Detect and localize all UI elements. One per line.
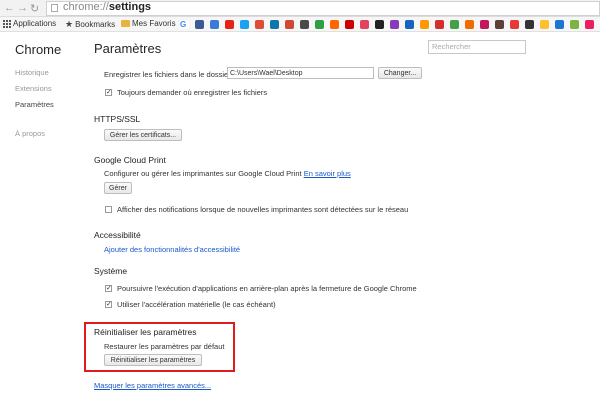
bookmark-icon-9[interactable] [300, 20, 309, 29]
hw-accel-label: Utiliser l'accélération matérielle (le c… [117, 300, 276, 309]
facebook-icon[interactable] [195, 20, 204, 29]
bookmarks-bar: Applications ★ Bookmarks Mes Favoris G [0, 17, 600, 32]
bookmark-icon-20[interactable] [465, 20, 474, 29]
add-accessibility-link[interactable]: Ajouter des fonctionnalités d'accessibil… [104, 245, 240, 254]
ask-download-checkbox[interactable]: ✓ [105, 89, 112, 96]
hide-advanced-link[interactable]: Masquer les paramètres avancés... [94, 381, 211, 390]
hw-accel-checkbox[interactable]: ✓ [105, 301, 112, 308]
url-field[interactable]: chrome://settings [46, 1, 600, 16]
reset-section-title: Réinitialiser les paramètres [94, 327, 197, 337]
cloud-print-manage-button[interactable]: Gérer [104, 182, 132, 194]
bookmark-icon-28[interactable] [585, 20, 594, 29]
twitter-icon[interactable] [240, 20, 249, 29]
apps-label: Applications [13, 19, 57, 28]
bookmark-icon-24[interactable] [525, 20, 534, 29]
sidebar-item-extensions[interactable]: Extensions [15, 84, 52, 93]
sidebar-item-historique[interactable]: Historique [15, 68, 49, 77]
ask-download-label: Toujours demander où enregistrer les fic… [117, 88, 268, 97]
learn-more-link[interactable]: En savoir plus [304, 169, 351, 178]
bookmark-icon-22[interactable] [495, 20, 504, 29]
bookmark-icon-23[interactable] [510, 20, 519, 29]
bookmark-icon-3[interactable] [210, 20, 219, 29]
url-scheme: chrome:// [63, 1, 109, 13]
reload-icon[interactable]: ↻ [30, 2, 39, 15]
page-icon [51, 4, 58, 12]
url-host: settings [108, 1, 152, 13]
accessibility-section-title: Accessibilité [94, 230, 141, 240]
sidebar-brand: Chrome [15, 42, 62, 57]
apps-shortcut[interactable]: Applications [3, 19, 56, 28]
reset-desc: Restaurer les paramètres par défaut [104, 342, 225, 351]
bookmark-icon-19[interactable] [450, 20, 459, 29]
background-apps-label: Poursuivre l'exécution d'applications en… [117, 284, 417, 293]
favoris-label: Mes Favoris [132, 19, 176, 28]
bookmark-icon-15[interactable] [390, 20, 399, 29]
bookmark-icon-12[interactable] [345, 20, 354, 29]
sidebar-item-a-propos[interactable]: À propos [15, 129, 45, 138]
bookmark-icon-25[interactable] [540, 20, 549, 29]
google-icon[interactable]: G [180, 20, 189, 29]
bookmark-icon-21[interactable] [480, 20, 489, 29]
bookmark-icon-13[interactable] [360, 20, 369, 29]
mes-favoris-folder[interactable]: Mes Favoris [121, 19, 176, 28]
back-icon[interactable]: ← [4, 2, 15, 14]
cloud-print-section-title: Google Cloud Print [94, 155, 166, 165]
sidebar-item-parametres[interactable]: Paramètres [15, 100, 54, 109]
system-section-title: Système [94, 266, 128, 276]
bookmark-icon-16[interactable] [405, 20, 414, 29]
bookmark-icon-14[interactable] [375, 20, 384, 29]
bookmarks-folder[interactable]: ★ Bookmarks [65, 19, 115, 30]
printer-notify-label: Afficher des notifications lorsque de no… [117, 205, 409, 214]
change-folder-button[interactable]: Changer... [378, 67, 422, 79]
bookmark-icon-26[interactable] [555, 20, 564, 29]
background-apps-checkbox[interactable]: ✓ [105, 285, 112, 292]
folder-icon [121, 20, 130, 27]
printer-notify-checkbox[interactable] [105, 206, 112, 213]
bookmark-icon-10[interactable] [315, 20, 324, 29]
download-folder-label: Enregistrer les fichiers dans le dossier… [104, 70, 235, 79]
page-title: Paramètres [94, 41, 162, 56]
forward-icon[interactable]: → [17, 2, 28, 14]
youtube-icon[interactable] [225, 20, 234, 29]
download-folder-field[interactable]: C:\Users\Wael\Desktop [227, 67, 374, 79]
gmail-icon[interactable] [285, 20, 294, 29]
star-icon: ★ [65, 19, 74, 29]
bookmark-icon-27[interactable] [570, 20, 579, 29]
address-bar: ← → ↻ chrome://settings [0, 0, 600, 17]
linkedin-icon[interactable] [270, 20, 279, 29]
reset-settings-button[interactable]: Réinitialiser les paramètres [104, 354, 202, 366]
bookmarks-label: Bookmarks [75, 20, 116, 29]
manage-certificates-button[interactable]: Gérer les certificats... [104, 129, 182, 141]
bookmark-icon-11[interactable] [330, 20, 339, 29]
google-plus-icon[interactable] [255, 20, 264, 29]
cloud-print-desc: Configurer ou gérer les imprimantes sur … [104, 169, 302, 178]
bookmark-icon-17[interactable] [420, 20, 429, 29]
bookmark-icon-18[interactable] [435, 20, 444, 29]
search-input[interactable]: Rechercher [428, 40, 526, 54]
apps-grid-icon [3, 19, 11, 28]
https-section-title: HTTPS/SSL [94, 114, 141, 124]
